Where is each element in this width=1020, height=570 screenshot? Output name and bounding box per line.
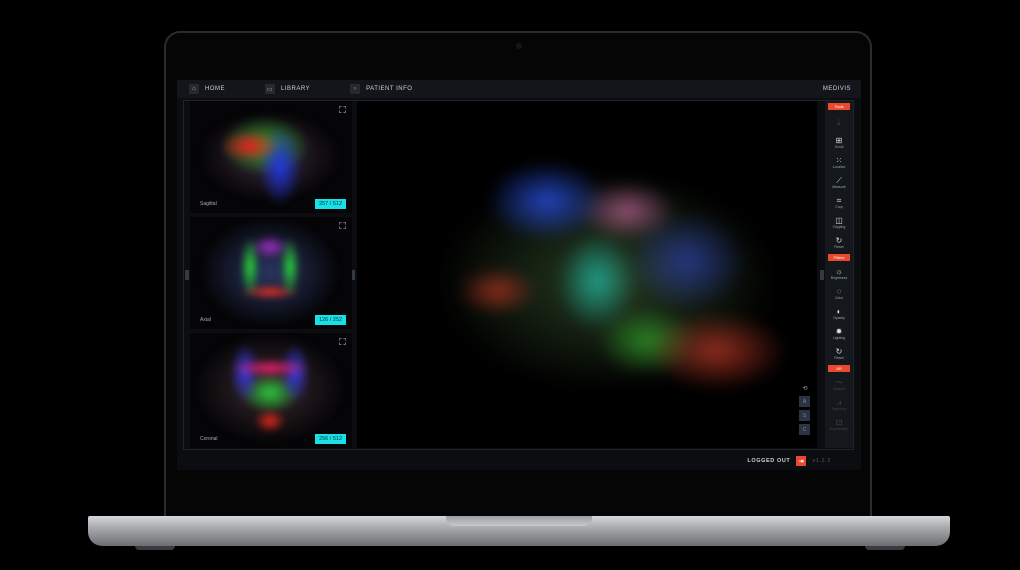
view-orientation-buttons: ⟲ A S C	[799, 385, 811, 438]
slice-index-badge: 257 / 512	[315, 199, 346, 209]
ar-section-title: AR	[828, 365, 850, 372]
filter-lighting[interactable]: ✹ Lighting	[825, 323, 853, 343]
ar-trajectory[interactable]: ⩘ Trajectory	[825, 394, 853, 414]
right-toolbar: Tools ⇣ ⊞ Scroll ⁙ Localize ⟋ Measure ⌗ Crop…	[825, 101, 853, 448]
grid-icon: ⊞	[835, 135, 843, 145]
gesture-icon: 〜	[835, 377, 843, 387]
slice-label: Axial	[200, 317, 211, 323]
logout-icon: ⇥	[798, 458, 805, 465]
rotate-icon[interactable]: ⟲	[799, 385, 811, 392]
tool-label: Measure	[832, 184, 846, 189]
trajectory-icon: ⩘	[836, 397, 842, 407]
tool-label: Reset	[834, 244, 844, 249]
nav-patient-label: PATIENT INFO	[366, 86, 413, 92]
axial-view[interactable]: Axial 126 / 252	[190, 217, 352, 329]
filter-brightness[interactable]: ☼ Brightness	[825, 263, 853, 283]
nav-library[interactable]: ▭ LIBRARY	[265, 84, 310, 94]
view-button-a[interactable]: A	[799, 396, 810, 407]
tool-label: Reset	[834, 355, 844, 360]
tool-measure[interactable]: ⟋ Measure	[825, 172, 853, 192]
coronal-view[interactable]: Coronal 256 / 512	[190, 333, 352, 448]
filter-reset[interactable]: ↻ Reset	[825, 343, 853, 363]
tool-label: Gesture	[832, 386, 846, 391]
tool-label: Localize	[832, 164, 846, 169]
tool-label: Clipping	[832, 224, 846, 229]
ar-gesture[interactable]: 〜 Gesture	[825, 374, 853, 394]
registration-icon: ⊡	[835, 417, 843, 427]
ruler-icon: ⟋	[836, 175, 842, 185]
reset-icon: ↻	[835, 346, 843, 356]
camera	[516, 43, 522, 49]
nav-home-label: HOME	[205, 86, 225, 92]
dots-grid-icon: ⁙	[835, 155, 843, 165]
view-button-s[interactable]: S	[799, 410, 810, 421]
collapse-toolbar-handle[interactable]	[820, 270, 824, 280]
brain-tractography-render	[427, 141, 807, 431]
slice-label: Sagittal	[200, 201, 217, 207]
foot	[865, 546, 905, 550]
slice-index-badge: 126 / 252	[315, 315, 346, 325]
tool-label: Crop	[835, 204, 843, 209]
sun-icon: ☼	[835, 266, 843, 276]
logout-button[interactable]: ⇥	[796, 456, 807, 466]
nav-home[interactable]: ⌂ HOME	[189, 84, 225, 94]
tool-label: Color	[834, 295, 844, 300]
tool-disabled: ⇣	[825, 112, 853, 132]
filter-color[interactable]: ◌ Color	[825, 283, 853, 303]
tool-clipping[interactable]: ◫ Clipping	[825, 212, 853, 232]
version-label: v1.2.2	[812, 458, 831, 464]
expand-icon[interactable]	[339, 338, 346, 345]
crop-icon: ⌗	[836, 195, 842, 205]
sagittal-view[interactable]: Sagittal 257 / 512	[190, 101, 352, 213]
foot	[135, 546, 175, 550]
tool-label: Lighting	[832, 335, 846, 340]
tool-localize[interactable]: ⁙ Localize	[825, 152, 853, 172]
slice-label: Coronal	[200, 436, 218, 442]
palette-icon: ◌	[836, 286, 842, 296]
tool-reset[interactable]: ↻ Reset	[825, 232, 853, 252]
expand-icon[interactable]	[339, 222, 346, 229]
medivis-app: ⌂ HOME ▭ LIBRARY › PATIENT INFO MEDIVIS Sag…	[177, 80, 861, 470]
folder-icon: ▭	[265, 84, 275, 94]
tool-label: Scroll	[834, 144, 844, 149]
ar-registration[interactable]: ⊡ Registration	[825, 414, 853, 434]
tool-label: Registration	[829, 426, 849, 431]
tool-scroll[interactable]: ⊞ Scroll	[825, 132, 853, 152]
tool-label: Opacity	[833, 315, 845, 320]
home-icon: ⌂	[189, 84, 199, 94]
view-button-c[interactable]: C	[799, 424, 810, 435]
footer: LOGGED OUT ⇥ v1.2.2	[177, 452, 861, 470]
slice-panel: Sagittal 257 / 512 Axial 126 / 252 Coron…	[190, 101, 352, 448]
pin-icon: ⇣	[835, 117, 843, 127]
chevron-right-icon: ›	[350, 84, 361, 94]
reset-icon: ↻	[835, 235, 843, 245]
3d-viewer[interactable]	[357, 101, 817, 448]
brand-logo: MEDIVIS	[822, 86, 851, 92]
top-nav: ⌂ HOME ▭ LIBRARY › PATIENT INFO MEDIVIS	[177, 80, 861, 98]
half-circle-icon: ◐	[836, 306, 842, 316]
nav-library-label: LIBRARY	[281, 86, 311, 92]
tool-crop[interactable]: ⌗ Crop	[825, 192, 853, 212]
tool-label: Trajectory	[831, 406, 847, 411]
collapse-left-handle[interactable]	[185, 270, 189, 280]
tools-section-title: Tools	[828, 103, 850, 110]
laptop-notch	[446, 516, 592, 526]
expand-icon[interactable]	[339, 106, 346, 113]
filters-section-title: Filters	[828, 254, 850, 261]
tool-label: Brightness	[830, 275, 848, 280]
light-icon: ✹	[835, 326, 843, 336]
nav-patient-info[interactable]: › PATIENT INFO	[350, 84, 412, 94]
clipping-icon: ◫	[835, 215, 843, 225]
slice-index-badge: 256 / 512	[315, 434, 346, 444]
login-status: LOGGED OUT	[747, 458, 791, 464]
filter-opacity[interactable]: ◐ Opacity	[825, 303, 853, 323]
